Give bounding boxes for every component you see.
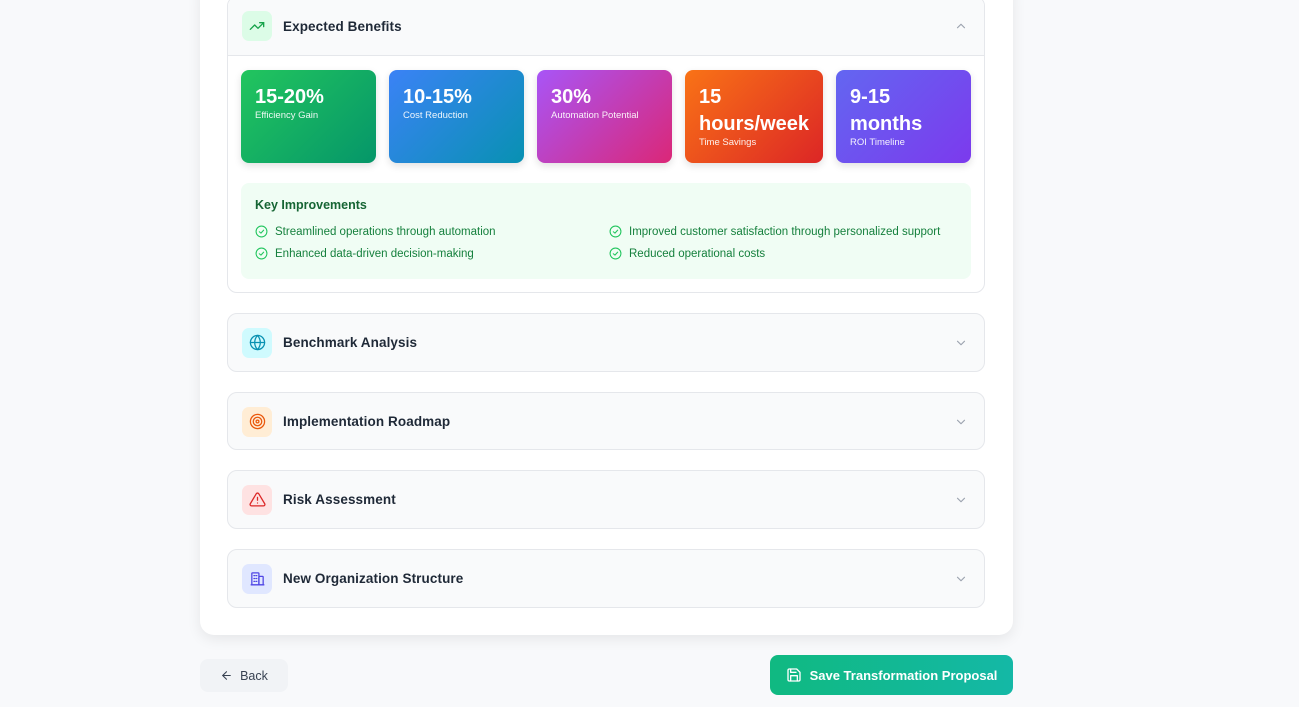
section-title: Risk Assessment: [283, 492, 396, 507]
section-title: Benchmark Analysis: [283, 335, 418, 350]
metric-label: Time Savings: [699, 137, 757, 148]
section-header-risk-assessment[interactable]: Risk Assessment: [228, 471, 984, 528]
improvement-item: Streamlined operations through automatio…: [255, 225, 609, 238]
alert-triangle-icon: [242, 484, 272, 515]
section-header-new-organization-structure[interactable]: New Organization Structure: [228, 550, 984, 607]
metric-card-time-savings: 15 hours/week Time Savings: [685, 70, 824, 163]
key-improvements-panel: Key Improvements Streamlined operations …: [241, 183, 971, 279]
improvement-text: Reduced operational costs: [629, 247, 766, 260]
improvement-text: Enhanced data-driven decision-making: [275, 247, 474, 260]
section-title: Implementation Roadmap: [283, 414, 451, 429]
trending-up-icon: [242, 11, 272, 41]
building-icon: [242, 563, 272, 594]
section-header-implementation-roadmap[interactable]: Implementation Roadmap: [228, 393, 984, 449]
metrics-row: 15-20% Efficiency Gain 10-15% Cost Reduc…: [241, 70, 972, 163]
metric-label: Efficiency Gain: [255, 110, 319, 121]
section-new-organization-structure: New Organization Structure: [227, 549, 985, 608]
section-risk-assessment: Risk Assessment: [227, 470, 985, 529]
metric-value: 30%: [551, 86, 592, 108]
check-circle-icon: [609, 225, 622, 238]
improvement-text: Streamlined operations through automatio…: [275, 225, 496, 238]
chevron-down-icon[interactable]: [954, 493, 968, 507]
section-title: Expected Benefits: [283, 18, 402, 34]
globe-icon: [242, 327, 272, 358]
target-icon: [242, 406, 272, 437]
save-transformation-proposal-button[interactable]: Save Transformation Proposal: [770, 655, 1013, 695]
section-benchmark-analysis: Benchmark Analysis: [227, 313, 985, 372]
section-implementation-roadmap: Implementation Roadmap: [227, 392, 985, 450]
metric-card-roi: 9-15 months ROI Timeline: [836, 70, 972, 163]
check-circle-icon: [255, 247, 268, 260]
arrow-left-icon: [222, 671, 231, 680]
chevron-down-icon[interactable]: [954, 336, 968, 350]
metric-label: ROI Timeline: [850, 137, 905, 148]
check-circle-icon: [255, 225, 268, 238]
section-header-benchmark-analysis[interactable]: Benchmark Analysis: [228, 314, 984, 371]
section-header-expected-benefits[interactable]: Expected Benefits: [228, 0, 984, 56]
chevron-up-icon[interactable]: [954, 19, 968, 33]
metric-card-efficiency: 15-20% Efficiency Gain: [241, 70, 376, 163]
check-circle-icon: [609, 247, 622, 260]
metric-value: 15 hours/week: [699, 86, 810, 135]
metric-value: 10-15%: [403, 86, 472, 108]
improvement-item: Improved customer satisfaction through p…: [609, 225, 957, 238]
metric-label: Cost Reduction: [403, 110, 468, 121]
metric-value: 15-20%: [255, 86, 324, 108]
metric-label: Automation Potential: [551, 110, 639, 121]
chevron-down-icon[interactable]: [954, 572, 968, 586]
improvement-text: Improved customer satisfaction through p…: [629, 225, 941, 238]
section-title: New Organization Structure: [283, 571, 464, 586]
improvement-item: Reduced operational costs: [609, 247, 957, 260]
improvement-item: Enhanced data-driven decision-making: [255, 247, 609, 260]
save-icon: [786, 668, 801, 682]
metric-card-cost: 10-15% Cost Reduction: [389, 70, 524, 163]
back-button[interactable]: Back: [200, 659, 288, 692]
metric-value: 9-15 months: [850, 86, 923, 135]
save-button-label: Save Transformation Proposal: [809, 667, 998, 683]
chevron-down-icon[interactable]: [954, 415, 968, 429]
key-improvements-title: Key Improvements: [255, 198, 367, 212]
section-expected-benefits: Expected Benefits 15-20% Efficiency Gain…: [227, 0, 985, 293]
back-button-label: Back: [240, 668, 268, 683]
metric-card-automation: 30% Automation Potential: [537, 70, 672, 163]
